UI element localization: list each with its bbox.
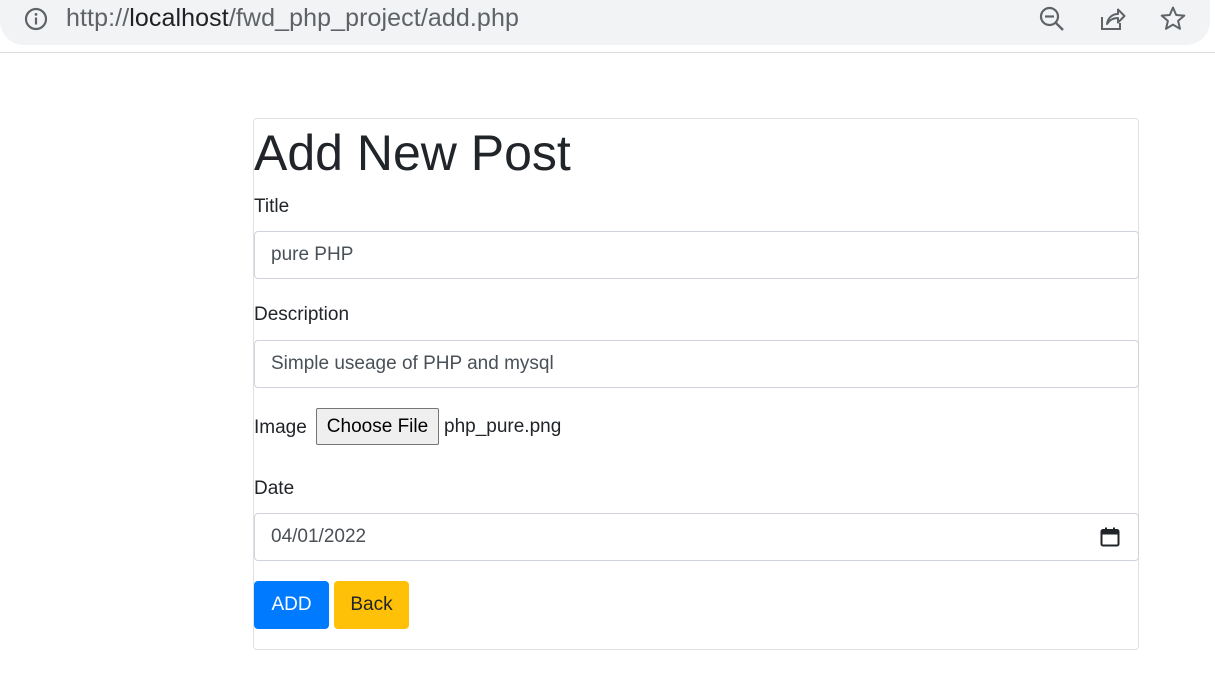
choose-file-button[interactable]: Choose File <box>316 408 439 445</box>
date-input[interactable]: 04/01/2022 <box>254 513 1139 561</box>
date-value: 04/01/2022 <box>271 526 367 547</box>
toolbar-divider <box>0 52 1215 53</box>
image-label: Image <box>254 417 307 438</box>
url-host: localhost <box>129 4 229 32</box>
back-button[interactable]: Back <box>334 581 409 629</box>
bookmark-star-icon[interactable] <box>1159 5 1187 33</box>
calendar-icon[interactable] <box>1100 527 1120 547</box>
address-bar[interactable]: http://localhost/fwd_php_project/add.php <box>0 0 1210 45</box>
share-icon[interactable] <box>1098 5 1126 33</box>
zoom-out-icon[interactable] <box>1038 5 1066 33</box>
url-scheme: http:// <box>66 4 130 32</box>
description-label: Description <box>254 304 350 325</box>
page-title: Add New Post <box>254 125 571 181</box>
selected-file-name: php_pure.png <box>444 416 562 437</box>
description-input[interactable]: Simple useage of PHP and mysql <box>254 340 1139 388</box>
url-text[interactable]: http://localhost/fwd_php_project/add.php <box>66 4 519 33</box>
info-icon[interactable] <box>24 7 48 31</box>
add-button[interactable]: ADD <box>254 581 329 629</box>
title-input[interactable]: pure PHP <box>254 231 1139 279</box>
url-path: /fwd_php_project/add.php <box>228 4 519 32</box>
title-label: Title <box>254 196 290 217</box>
add-post-card: Add New Post Title pure PHP Description … <box>253 118 1139 650</box>
date-label: Date <box>254 478 295 499</box>
